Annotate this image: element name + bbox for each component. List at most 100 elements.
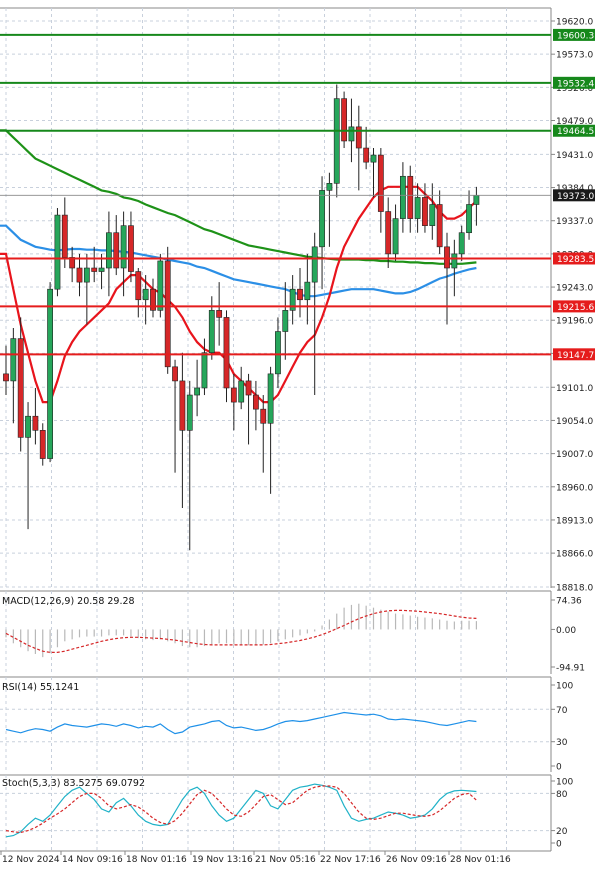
bear-candle-body	[3, 373, 9, 382]
bull-candle-body	[201, 352, 208, 389]
stochastic-axis-tick-label: 80	[556, 790, 568, 800]
stochastic-axis-tick-label: 0	[556, 840, 562, 850]
rsi-axis-tick-label: 0	[556, 763, 562, 773]
bear-candle-body	[135, 271, 142, 301]
bull-candle-body	[319, 190, 325, 248]
price-axis-tick-label: 18960.0	[556, 483, 593, 493]
bull-candle-body	[267, 373, 274, 424]
price-axis-tick-label: 19431.0	[556, 151, 593, 161]
bull-candle-body	[414, 197, 421, 219]
price-axis-tick-label: 19007.0	[556, 450, 593, 460]
bull-candle-body	[238, 380, 245, 403]
bull-candle-body	[142, 288, 149, 301]
trading-chart: 19620.019573.019526.019479.019431.019384…	[0, 0, 600, 870]
time-axis-label: 19 Nov 13:16	[192, 855, 253, 865]
level-label: 19283.5	[557, 255, 594, 265]
price-axis-tick-label: 19196.0	[556, 317, 593, 327]
time-axis-label: 22 Nov 17:16	[320, 855, 381, 865]
bear-candle-body	[253, 394, 259, 410]
bear-candle-body	[363, 147, 370, 163]
bull-candle-body	[311, 246, 318, 283]
price-axis-tick-label: 19054.0	[556, 417, 593, 427]
bull-candle-body	[392, 218, 399, 255]
bear-candle-body	[436, 204, 443, 248]
bull-candle-body	[399, 175, 406, 219]
bear-candle-body	[128, 225, 134, 272]
price-axis-tick-label: 19337.0	[556, 217, 593, 227]
price-axis-tick-label: 18866.0	[556, 550, 593, 560]
stochastic-axis-tick-label: 100	[556, 778, 573, 788]
bear-candle-body	[172, 366, 178, 382]
rsi-axis-tick-label: 30	[556, 738, 568, 748]
bull-candle-body	[98, 267, 105, 272]
bull-candle-body	[304, 281, 311, 301]
candle	[333, 84, 340, 198]
bear-candle-body	[444, 246, 450, 269]
bull-candle-body	[120, 225, 127, 269]
bear-candle-body	[422, 197, 428, 226]
candle	[157, 253, 164, 318]
bull-candle-body	[186, 394, 193, 431]
bull-candle-body	[194, 387, 200, 396]
time-axis-label: 21 Nov 05:16	[255, 855, 316, 865]
level-label: 19147.7	[557, 351, 594, 361]
bear-candle-body	[91, 267, 98, 272]
bull-candle-body	[208, 310, 215, 353]
rsi-axis-tick-label: 100	[556, 682, 573, 692]
time-axis-label: 14 Nov 09:16	[62, 855, 123, 865]
bear-candle-body	[245, 380, 252, 396]
bull-candle-body	[83, 267, 90, 283]
bear-candle-body	[216, 310, 223, 318]
macd-title: MACD(12,26,9) 20.58 29.28	[2, 596, 135, 607]
stochastic-title: Stoch(5,3,3) 83.5275 69.0792	[2, 778, 145, 789]
chart-root: 19620.0 19573.0 19526.0 19479.0 19431.0 19384…	[0, 0, 600, 870]
bull-candle-body	[429, 204, 436, 226]
level-label: 19600.3	[557, 31, 594, 41]
bull-candle-body	[333, 98, 340, 184]
bull-candle-body	[451, 253, 458, 269]
bear-candle-body	[377, 154, 384, 212]
price-axis-tick-label: 18818.0	[556, 584, 593, 594]
bear-candle-body	[230, 387, 237, 403]
macd-axis-tick-label: 74.36	[556, 597, 582, 607]
bull-candle-body	[10, 338, 17, 382]
current-price-label: 19373.0	[557, 192, 594, 202]
bull-candle-body	[370, 154, 377, 163]
bull-candle-body	[466, 204, 472, 234]
bear-candle-body	[297, 288, 303, 301]
price-axis-tick-label: 19573.0	[556, 51, 593, 61]
bear-candle-body	[164, 260, 171, 368]
time-axis-label: 18 Nov 01:16	[126, 855, 187, 865]
candle	[341, 91, 347, 149]
level-label: 19464.5	[557, 127, 594, 137]
price-axis-tick-label: 19243.0	[556, 284, 593, 294]
bear-candle-body	[39, 430, 46, 459]
candle	[54, 208, 61, 297]
bull-candle-body	[106, 232, 112, 269]
price-axis-tick-label: 19620.0	[556, 18, 593, 28]
bull-candle-body	[326, 183, 333, 191]
time-axis-label: 12 Nov 2024	[2, 855, 60, 865]
bear-candle-body	[260, 408, 267, 424]
bear-candle-body	[179, 380, 186, 431]
bear-candle-body	[76, 267, 83, 283]
bull-candle-body	[473, 195, 480, 205]
price-axis-tick-label: 18913.0	[556, 516, 593, 526]
bull-candle-body	[458, 232, 465, 255]
price-axis-tick-label: 19101.0	[556, 384, 593, 394]
bear-candle-body	[407, 175, 414, 219]
time-axis-label: 28 Nov 01:16	[450, 855, 511, 865]
bull-candle-body	[54, 214, 61, 290]
bull-candle-body	[157, 260, 164, 311]
bull-candle-body	[275, 331, 281, 375]
bull-candle-body	[282, 310, 289, 332]
rsi-axis-tick-label: 70	[556, 706, 568, 716]
time-axis-label: 26 Nov 09:16	[386, 855, 447, 865]
bear-candle-body	[113, 232, 120, 269]
bear-candle-body	[385, 211, 392, 255]
bear-candle-body	[32, 415, 39, 431]
rsi-title: RSI(14) 55.1241	[2, 682, 79, 693]
bull-candle-body	[25, 415, 31, 438]
bull-candle-body	[348, 126, 355, 142]
bear-candle-body	[61, 214, 68, 258]
